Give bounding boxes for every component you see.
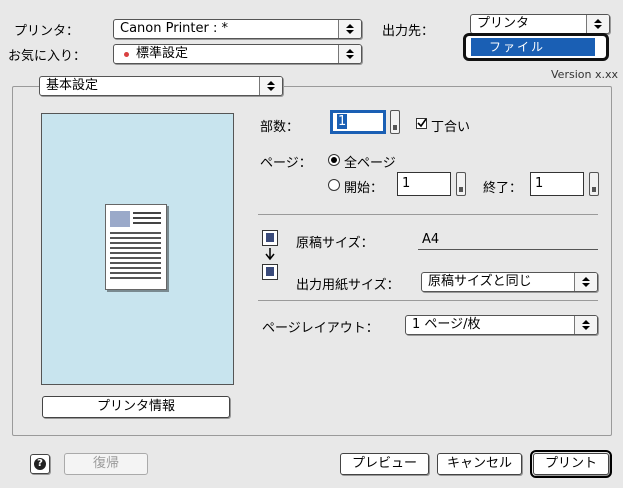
output-size-value: 原稿サイズと同じ <box>428 274 532 289</box>
page-preview-pane <box>41 113 234 385</box>
preview-button[interactable]: プレビュー <box>340 453 429 475</box>
output-size-popup[interactable]: 原稿サイズと同じ <box>421 272 598 292</box>
output-paper-icon <box>262 264 278 280</box>
printer-info-button[interactable]: プリンタ情報 <box>42 396 230 418</box>
panel-selector-popup[interactable]: 基本設定 <box>39 76 283 96</box>
popup-arrows-icon <box>586 15 609 33</box>
to-input[interactable]: 1 <box>530 172 584 196</box>
help-icon: ? <box>34 458 46 470</box>
popup-arrows-icon <box>259 77 282 95</box>
thumbnail-line <box>133 222 161 224</box>
page-range-radio[interactable] <box>328 179 340 191</box>
thumbnail-line <box>133 212 161 214</box>
page-layout-popup[interactable]: 1 ページ/枚 <box>405 315 598 335</box>
version-text: Version x.xx <box>551 68 618 81</box>
copies-label: 部数： <box>260 120 300 135</box>
original-size-label: 原稿サイズ： <box>296 236 374 251</box>
radio-dot <box>331 157 337 163</box>
checkmark-icon <box>417 118 427 128</box>
output-popup[interactable]: プリンタ <box>470 14 610 34</box>
thumbnail-text-lines <box>110 232 161 282</box>
thumbnail-line <box>133 217 161 219</box>
from-label: 開始： <box>344 181 384 196</box>
cancel-button[interactable]: キャンセル <box>437 453 522 475</box>
arrow-down-icon <box>265 248 275 261</box>
page-layout-label: ページレイアウト： <box>262 321 379 336</box>
printer-label: プリンタ： <box>14 24 80 39</box>
printer-popup[interactable]: Canon Printer : * <box>113 19 362 39</box>
collate-label: 丁合い <box>431 120 471 135</box>
all-pages-radio[interactable] <box>328 154 340 166</box>
original-size-value: A4 <box>422 232 440 247</box>
from-input[interactable]: 1 <box>397 172 451 196</box>
from-stepper[interactable] <box>456 172 466 196</box>
collate-checkbox[interactable] <box>416 118 427 129</box>
favorites-label: お気に入り： <box>8 49 87 64</box>
underline <box>418 249 598 250</box>
page-layout-value: 1 ページ/枚 <box>412 317 481 332</box>
divider <box>258 214 598 215</box>
popup-arrows-icon <box>338 45 361 63</box>
output-menu-highlight: ファイル <box>463 33 609 61</box>
panel-selector-value: 基本設定 <box>46 78 99 93</box>
popup-arrows-icon <box>574 273 597 291</box>
favorites-value: 標準設定 <box>136 46 189 61</box>
favorite-dot-icon <box>124 52 129 57</box>
help-button[interactable]: ? <box>30 454 50 474</box>
output-size-label: 出力用紙サイズ： <box>296 278 400 293</box>
copies-input[interactable]: 1 <box>330 110 386 134</box>
thumbnail-image <box>110 211 130 227</box>
all-pages-label: 全ページ <box>344 156 396 171</box>
pages-label: ページ： <box>260 156 312 171</box>
divider <box>258 300 598 301</box>
to-stepper[interactable] <box>589 172 599 196</box>
copies-value: 1 <box>337 114 348 129</box>
popup-arrows-icon <box>574 316 597 334</box>
icon-fill <box>266 233 274 242</box>
favorites-popup[interactable]: 標準設定 <box>113 44 362 64</box>
output-menu-item-file[interactable]: ファイル <box>471 38 595 56</box>
original-document-icon <box>262 230 278 246</box>
to-label: 終了： <box>483 181 523 196</box>
output-value: プリンタ <box>477 16 530 31</box>
printer-value: Canon Printer : * <box>120 21 228 36</box>
print-button[interactable]: プリント <box>530 450 612 478</box>
page-thumbnail <box>105 204 167 290</box>
output-label: 出力先： <box>382 24 435 39</box>
popup-arrows-icon <box>338 20 361 38</box>
copies-stepper[interactable] <box>390 110 400 134</box>
icon-fill <box>266 267 274 276</box>
restore-button[interactable]: 復帰 <box>64 453 148 475</box>
